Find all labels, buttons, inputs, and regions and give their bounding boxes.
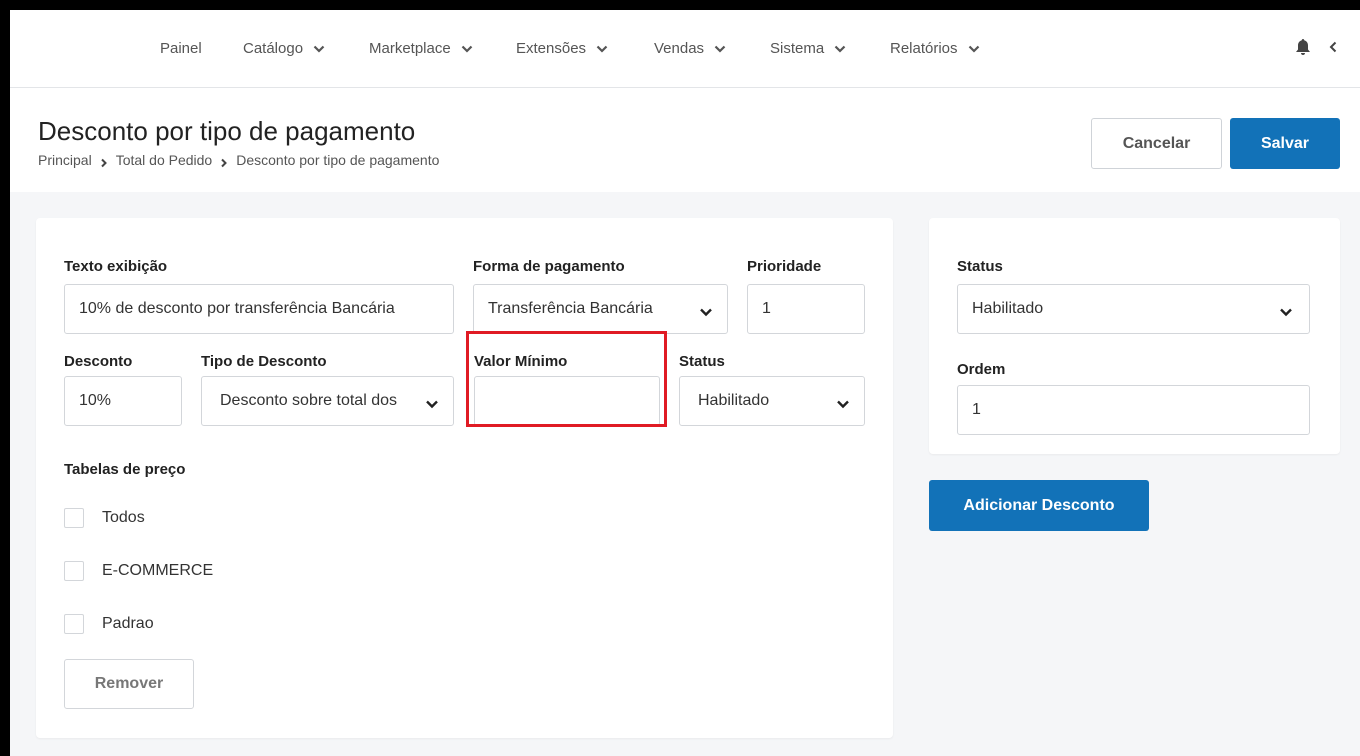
save-button[interactable]: Salvar [1230,118,1340,169]
chevron-left-icon[interactable] [1328,38,1338,56]
side-status-select[interactable]: Habilitado [957,284,1310,334]
page-title: Desconto por tipo de pagamento [38,116,416,146]
texto-exibicao-label: Texto exibição [64,258,168,275]
desconto-input[interactable]: 10% [64,376,182,426]
checkbox[interactable] [64,508,84,528]
nav-item-label: Relatórios [890,40,958,57]
nav-item-label: Sistema [770,40,825,57]
side-settings-card: Status Habilitado Ordem 1 [929,218,1340,454]
top-nav: Painel Catálogo Marketplace Extensões Ve… [10,10,1360,88]
breadcrumb-item-current[interactable]: Desconto por tipo de pagamento [236,152,439,168]
prioridade-label: Prioridade [747,258,822,275]
status-value: Habilitado [698,392,770,409]
chevron-down-icon [968,44,980,54]
nav-item-label: Marketplace [369,40,451,57]
discount-form-card: Texto exibição 10% de desconto por trans… [36,218,893,738]
nav-item-vendas[interactable]: Vendas [654,40,726,57]
checkbox[interactable] [64,561,84,581]
add-discount-button[interactable]: Adicionar Desconto [929,480,1149,531]
checkbox-label: E-COMMERCE [102,562,214,579]
forma-pagamento-value: Transferência Bancária [488,300,653,317]
checkbox-label: Padrao [102,615,154,632]
desconto-label: Desconto [64,353,133,370]
nav-item-sistema[interactable]: Sistema [770,40,846,57]
chevron-down-icon [834,44,846,54]
chevron-down-icon [699,304,713,317]
nav-item-label: Vendas [654,40,705,57]
side-status-label: Status [957,258,1003,275]
ordem-input[interactable]: 1 [957,385,1310,435]
texto-exibicao-value: 10% de desconto por transferência Bancár… [79,300,395,317]
tabelas-preco-label: Tabelas de preço [64,461,186,478]
texto-exibicao-input[interactable]: 10% de desconto por transferência Bancár… [64,284,454,334]
chevron-down-icon [836,396,850,409]
status-label: Status [679,353,725,370]
chevron-down-icon [425,396,439,409]
prioridade-input[interactable]: 1 [747,284,865,334]
checkbox-label: Todos [102,509,145,526]
prioridade-value: 1 [762,300,771,317]
chevron-down-icon [596,44,608,54]
remove-button[interactable]: Remover [64,659,194,709]
ordem-value: 1 [972,401,981,418]
price-table-option-padrao[interactable]: Padrao [64,614,154,634]
chevron-down-icon [1279,304,1293,317]
nav-item-extensoes[interactable]: Extensões [516,40,608,57]
app-frame: Painel Catálogo Marketplace Extensões Ve… [10,10,1360,756]
price-table-option-todos[interactable]: Todos [64,508,145,528]
breadcrumb: Principal Total do Pedido Desconto por t… [38,152,439,168]
cancel-button[interactable]: Cancelar [1091,118,1222,169]
nav-item-marketplace[interactable]: Marketplace [369,40,473,57]
chevron-down-icon [714,44,726,54]
forma-pagamento-select[interactable]: Transferência Bancária [473,284,728,334]
breadcrumb-item-principal[interactable]: Principal [38,152,92,168]
price-table-option-ecommerce[interactable]: E-COMMERCE [64,561,213,581]
nav-item-painel[interactable]: Painel [160,40,202,57]
nav-item-relatorios[interactable]: Relatórios [890,40,980,57]
nav-item-catalogo[interactable]: Catálogo [243,40,325,57]
breadcrumb-item-total-pedido[interactable]: Total do Pedido [116,152,213,168]
status-select[interactable]: Habilitado [679,376,865,426]
chevron-right-icon [100,155,108,168]
tipo-desconto-select[interactable]: Desconto sobre total dos [201,376,454,426]
chevron-down-icon [313,44,325,54]
tipo-desconto-value: Desconto sobre total dos [220,392,397,409]
chevron-right-icon [220,155,228,168]
forma-pagamento-label: Forma de pagamento [473,258,625,275]
desconto-value: 10% [79,392,112,409]
checkbox[interactable] [64,614,84,634]
chevron-down-icon [461,44,473,54]
nav-item-label: Catálogo [243,40,304,57]
side-status-value: Habilitado [972,300,1044,317]
tipo-desconto-label: Tipo de Desconto [201,353,327,370]
page-header: Desconto por tipo de pagamento Principal… [10,88,1360,192]
nav-item-label: Painel [160,40,202,57]
ordem-label: Ordem [957,361,1006,378]
nav-item-label: Extensões [516,40,587,57]
bell-icon[interactable] [1295,38,1311,56]
highlight-annotation-box [466,331,667,427]
